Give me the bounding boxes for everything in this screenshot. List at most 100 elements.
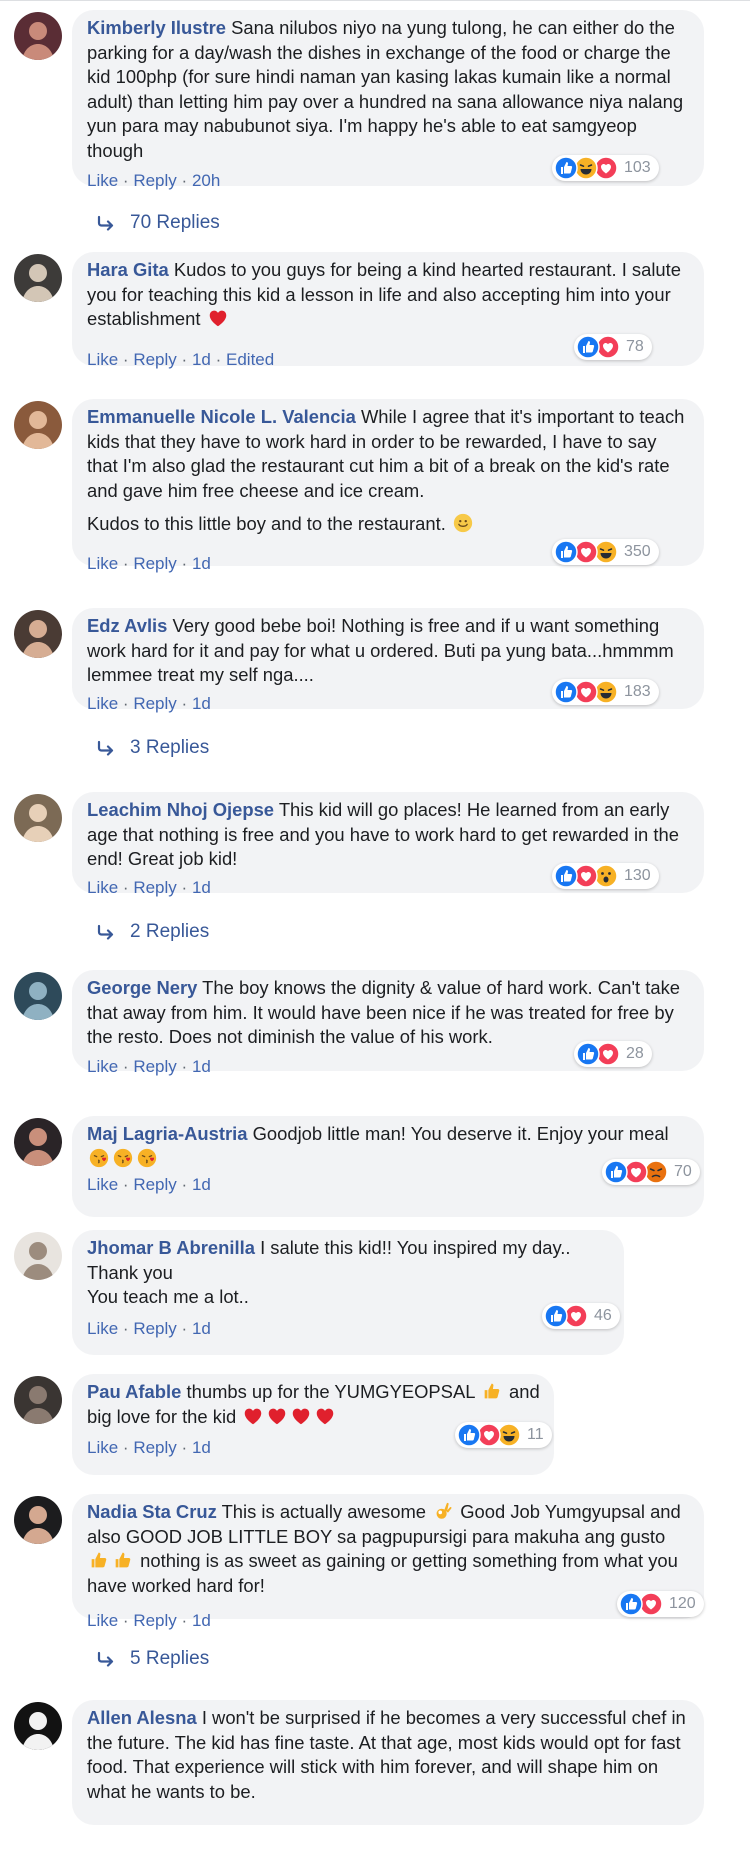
comment-timestamp[interactable]: 1d (192, 694, 211, 713)
reply-link[interactable]: Reply (133, 1438, 176, 1457)
separator-dot: · (122, 1611, 129, 1630)
heart-emoji (290, 1405, 312, 1427)
avatar[interactable] (14, 1232, 62, 1280)
reply-link[interactable]: Reply (133, 1175, 176, 1194)
comment-timestamp[interactable]: 1d (192, 1611, 211, 1630)
reactions-summary[interactable]: 70 (602, 1159, 700, 1185)
kiss-emoji (136, 1147, 158, 1169)
comment-text: nothing is as sweet as gaining or gettin… (87, 1550, 683, 1596)
avatar[interactable] (14, 401, 62, 449)
like-link[interactable]: Like (87, 350, 118, 369)
reply-arrow-icon (96, 740, 116, 756)
comment-author-link[interactable]: Nadia Sta Cruz (87, 1501, 217, 1522)
comment-timestamp[interactable]: 1d (192, 1438, 211, 1457)
like-reaction-icon (554, 156, 578, 180)
separator-dot: · (215, 350, 222, 369)
comment-timestamp[interactable]: 1d (192, 1057, 211, 1076)
reaction-count: 130 (624, 867, 651, 884)
reply-link[interactable]: Reply (133, 1319, 176, 1338)
view-replies-link[interactable]: 2 Replies (96, 921, 209, 943)
reply-link[interactable]: Reply (133, 554, 176, 573)
comment-author-link[interactable]: Maj Lagria-Austria (87, 1123, 247, 1144)
comment-text: Very good bebe boi! Nothing is free and … (87, 615, 679, 685)
like-link[interactable]: Like (87, 1319, 118, 1338)
comment-timestamp[interactable]: 20h (192, 171, 220, 190)
avatar[interactable] (14, 1496, 62, 1544)
comment-author-link[interactable]: Pau Afable (87, 1381, 181, 1402)
comment-timestamp[interactable]: 1d (192, 554, 211, 573)
separator-dot: · (122, 1175, 129, 1194)
comment-author-link[interactable]: Jhomar B Abrenilla (87, 1237, 255, 1258)
reply-link[interactable]: Reply (133, 878, 176, 897)
view-replies-link[interactable]: 70 Replies (96, 212, 220, 234)
like-link[interactable]: Like (87, 1438, 118, 1457)
avatar[interactable] (14, 254, 62, 302)
reply-link[interactable]: Reply (133, 350, 176, 369)
comment-author-link[interactable]: Allen Alesna (87, 1707, 197, 1728)
comment-author-link[interactable]: Edz Avlis (87, 615, 167, 636)
separator-dot: · (122, 878, 129, 897)
comment-author-link[interactable]: George Nery (87, 977, 197, 998)
comment-author-link[interactable]: Emmanuelle Nicole L. Valencia (87, 406, 356, 427)
avatar[interactable] (14, 794, 62, 842)
comment-timestamp[interactable]: 1d (192, 878, 211, 897)
reactions-summary[interactable]: 11 (455, 1422, 552, 1448)
comment-timestamp[interactable]: 1d (192, 1175, 211, 1194)
reaction-count: 11 (527, 1426, 544, 1443)
reaction-count: 120 (669, 1595, 696, 1612)
like-link[interactable]: Like (87, 171, 118, 190)
reaction-count: 183 (624, 683, 651, 700)
ok-hand-emoji (432, 1500, 454, 1522)
kiss-emoji (88, 1147, 110, 1169)
reactions-summary[interactable]: 78 (574, 334, 652, 360)
avatar[interactable] (14, 1118, 62, 1166)
reply-link[interactable]: Reply (133, 1611, 176, 1630)
like-link[interactable]: Like (87, 1057, 118, 1076)
avatar[interactable] (14, 610, 62, 658)
comment: Edz Avlis Very good bebe boi! Nothing is… (0, 604, 750, 758)
like-link[interactable]: Like (87, 554, 118, 573)
comment-author-link[interactable]: Kimberly Ilustre (87, 17, 226, 38)
like-link[interactable]: Like (87, 878, 118, 897)
avatar[interactable] (14, 1376, 62, 1424)
separator-dot: · (181, 554, 188, 573)
reactions-summary[interactable]: 28 (574, 1041, 652, 1067)
comment-actions: Like · Reply · 1d (87, 1319, 211, 1339)
reactions-summary[interactable]: 120 (617, 1591, 704, 1617)
edited-label[interactable]: Edited (226, 350, 274, 369)
reactions-summary[interactable]: 103 (552, 155, 659, 181)
reply-link[interactable]: Reply (133, 694, 176, 713)
comment-author-link[interactable]: Leachim Nhoj Ojepse (87, 799, 274, 820)
comment-actions: Like · Reply · 1d (87, 1611, 211, 1631)
avatar[interactable] (14, 972, 62, 1020)
comment-timestamp[interactable]: 1d (192, 350, 211, 369)
comment-author-link[interactable]: Hara Gita (87, 259, 169, 280)
separator-dot: · (181, 1611, 188, 1630)
like-link[interactable]: Like (87, 1175, 118, 1194)
reactions-summary[interactable]: 46 (542, 1303, 620, 1329)
comment-actions: Like · Reply · 1d (87, 1175, 211, 1195)
separator-dot: · (122, 171, 129, 190)
like-reaction-icon (604, 1160, 628, 1184)
like-link[interactable]: Like (87, 1611, 118, 1630)
comment-feed: Kimberly Ilustre Sana nilubos niyo na yu… (0, 0, 750, 1825)
comment-timestamp[interactable]: 1d (192, 1319, 211, 1338)
reactions-summary[interactable]: 183 (552, 679, 659, 705)
separator-dot: · (122, 1438, 129, 1457)
reply-link[interactable]: Reply (133, 171, 176, 190)
reactions-summary[interactable]: 350 (552, 539, 659, 565)
avatar[interactable] (14, 1702, 62, 1750)
like-link[interactable]: Like (87, 694, 118, 713)
comment-text: thumbs up for the YUMGYEOPSAL (186, 1381, 475, 1402)
separator-dot: · (122, 554, 129, 573)
reply-link[interactable]: Reply (133, 1057, 176, 1076)
like-reaction-icon (544, 1304, 568, 1328)
separator-dot: · (181, 1175, 188, 1194)
comment-actions: Like · Reply · 1d (87, 1057, 211, 1077)
reactions-summary[interactable]: 130 (552, 863, 659, 889)
comment: Hara Gita Kudos to you guys for being a … (0, 248, 750, 402)
comment-bubble: Nadia Sta Cruz This is actually awesome … (72, 1494, 704, 1619)
view-replies-link[interactable]: 3 Replies (96, 737, 209, 759)
view-replies-link[interactable]: 5 Replies (96, 1648, 209, 1670)
avatar[interactable] (14, 12, 62, 60)
